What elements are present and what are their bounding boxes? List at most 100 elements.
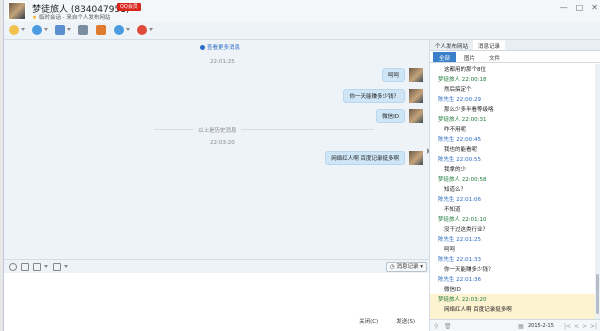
message-bubble[interactable]: 呵呵 (381, 68, 405, 82)
font-icon[interactable] (21, 263, 29, 271)
star-icon: ★ (32, 15, 37, 21)
history-meta: 梦徒旅人 22:01:10 (438, 217, 487, 223)
folder-icon[interactable] (55, 25, 65, 35)
scroll-thumb[interactable] (596, 274, 599, 314)
chat-toolbar (4, 22, 600, 40)
calendar-icon[interactable]: ▦ (518, 323, 524, 330)
load-more-text: 查看更多消息 (207, 45, 241, 51)
history-message: 这都用的那个8位 (444, 67, 486, 73)
chevron-down-icon[interactable] (126, 28, 130, 31)
prev-page-icon[interactable]: < (574, 323, 579, 330)
message-row: 微信ID (376, 109, 423, 123)
history-meta: 陈先生 22:00:55 (438, 157, 481, 163)
avatar[interactable] (409, 109, 423, 123)
tab-message-record[interactable]: 消息记录 (473, 40, 506, 50)
history-meta: 梦徒旅人 22:00:58 (438, 177, 487, 183)
last-page-icon[interactable]: >| (590, 323, 597, 330)
filter-images[interactable]: 图片 (458, 52, 481, 62)
history-divider-text: 以上是历史消息 (194, 126, 241, 134)
app-icon[interactable] (96, 25, 106, 35)
history-meta: 梦徒旅人 22:00:18 (438, 77, 487, 83)
search-icon[interactable]: ⚲ (434, 323, 438, 330)
message-bubble[interactable]: 微信ID (376, 109, 405, 123)
next-page-icon[interactable]: > (582, 323, 587, 330)
history-message: 然后搞定个 (444, 87, 472, 93)
history-message: 网络红人啊 百度记录挺多啊 (444, 307, 512, 313)
history-list[interactable]: 这都用的那个8位 梦徒旅人 22:00:18 然后搞定个陈先生 22:00:29 那么… (430, 64, 596, 319)
message-input[interactable]: 关闭(C) 发送(S) (4, 273, 429, 331)
timestamp: 22:03:20 (210, 140, 235, 146)
message-row: 你一天能赚多少钱？ (343, 89, 423, 103)
window-controls: — □ ✕ (560, 3, 598, 12)
message-row: 呵呵 (381, 68, 423, 82)
close-window-button[interactable]: ✕ (591, 3, 598, 12)
message-record-button[interactable]: ◷ 消息记录 ▾ (385, 262, 427, 272)
load-more-link[interactable]: 查看更多消息 (200, 43, 240, 51)
tab-website[interactable]: 个人发布网站 (430, 40, 473, 50)
history-meta: 梦徒旅人 22:03:20 (438, 297, 487, 303)
chevron-down-icon[interactable] (149, 28, 153, 31)
message-record-label: 消息记录 (396, 264, 419, 270)
panel-tabs: 个人发布网站 消息记录 (430, 40, 600, 51)
chat-window: 梦徒旅人 (834047951) QQ会员 ★ 临时会话 - 来自个人发布网站 —… (3, 0, 600, 331)
message-row: 网络红人啊 百度记录挺多啊 (325, 151, 423, 165)
image-icon[interactable] (33, 263, 41, 271)
scrollbar[interactable] (595, 64, 600, 319)
message-area[interactable]: 查看更多消息 22:01:25 呵呵 你一天能赚多少钱？ 微信ID 以上是历史消… (4, 40, 429, 259)
avatar[interactable] (409, 151, 423, 165)
chevron-down-icon[interactable] (44, 28, 48, 31)
contact-avatar[interactable] (8, 2, 26, 20)
filter-files[interactable]: 文件 (483, 52, 506, 62)
record-date: 2015-2-15 (528, 323, 554, 329)
message-bubble[interactable]: 网络红人啊 百度记录挺多啊 (325, 151, 405, 165)
history-meta: 陈先生 22:01:25 (438, 237, 481, 243)
emoji-icon[interactable] (9, 263, 17, 271)
history-message: 咋不用呢 (444, 127, 467, 133)
history-meta: 陈先生 22:01:06 (438, 197, 481, 203)
history-message: 那么少多半看等级咯 (444, 107, 494, 113)
record-footer: ⚲ 🗑 ▦ 2015-2-15 |< < > >| (430, 319, 600, 331)
history-message: 你一天能赚多少钱？ (444, 267, 494, 273)
message-bubble[interactable]: 你一天能赚多少钱？ (343, 89, 405, 103)
screen-share-icon[interactable] (78, 25, 88, 35)
scissors-icon[interactable] (53, 263, 61, 271)
minimize-button[interactable]: — (560, 3, 568, 12)
filter-all[interactable]: 全部 (433, 52, 457, 62)
history-message: 知道么？ (444, 187, 467, 193)
history-message: 微信ID (444, 287, 461, 293)
send-button[interactable]: 发送(S) (396, 317, 415, 325)
filter-tabs: 全部 图片 文件 (430, 52, 600, 63)
history-message: 不知道 (444, 207, 461, 213)
history-meta: 梦徒旅人 22:00:31 (438, 117, 487, 123)
session-subtitle: ★ 临时会话 - 来自个人发布网站 (32, 13, 110, 21)
timestamp: 22:01:25 (210, 59, 235, 65)
add-friend-icon[interactable] (114, 25, 124, 35)
vip-badge: QQ会员 (117, 3, 141, 11)
history-meta: 陈先生 22:01:33 (438, 257, 481, 263)
chevron-down-icon[interactable] (44, 265, 48, 268)
history-message: 呵呵 (444, 247, 456, 253)
history-message: 我也的能看呢 (444, 147, 478, 153)
chevron-down-icon[interactable] (64, 265, 68, 268)
input-toolbar: ◷ 消息记录 ▾ (4, 259, 429, 273)
bulb-icon[interactable] (9, 25, 19, 35)
chevron-down-icon[interactable] (21, 28, 25, 31)
session-subtitle-text: 临时会话 - 来自个人发布网站 (38, 15, 111, 21)
history-meta: 陈先生 22:00:29 (438, 97, 481, 103)
video-call-icon[interactable] (32, 25, 42, 35)
maximize-button[interactable]: □ (576, 3, 584, 12)
right-panel: 个人发布网站 消息记录 全部 图片 文件 这都用的那个8位 梦徒旅人 22:00:… (429, 40, 600, 331)
clock-icon (200, 45, 205, 50)
history-message: 没干过这类行业？ (444, 227, 489, 233)
more-icon[interactable] (137, 25, 147, 35)
history-meta: 陈先生 22:01:36 (438, 277, 481, 283)
title-bar[interactable]: 梦徒旅人 (834047951) QQ会员 ★ 临时会话 - 来自个人发布网站 —… (4, 0, 600, 22)
delete-icon[interactable]: 🗑 (444, 323, 452, 330)
close-button[interactable]: 关闭(C) (359, 317, 378, 325)
history-meta: 陈先生 22:00:45 (438, 137, 481, 143)
first-page-icon[interactable]: |< (564, 323, 571, 330)
chevron-down-icon[interactable] (67, 28, 71, 31)
avatar[interactable] (409, 68, 423, 82)
avatar[interactable] (409, 89, 423, 103)
history-message: 我拿的少 (444, 167, 467, 173)
